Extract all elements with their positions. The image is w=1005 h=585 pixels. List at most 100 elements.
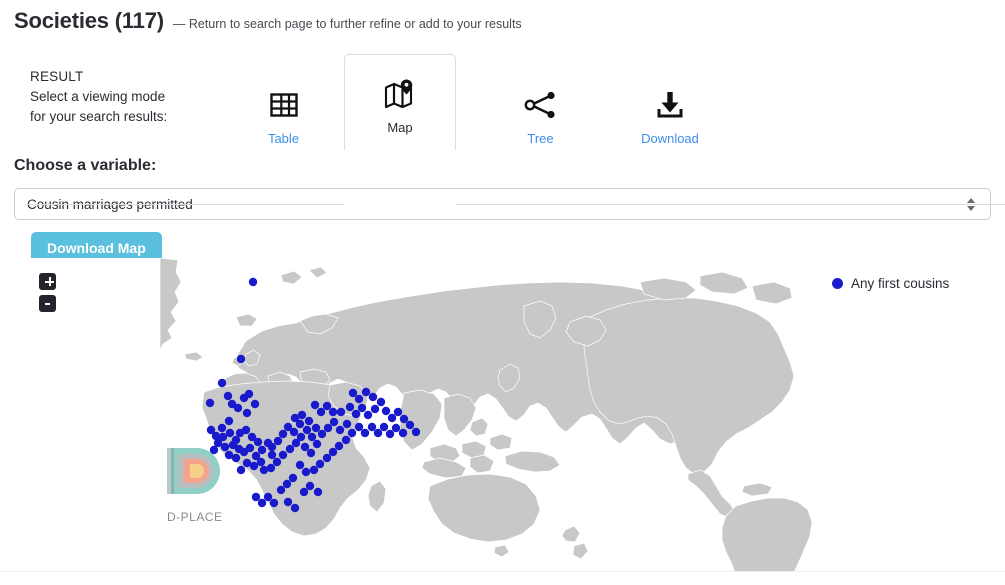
map-data-point[interactable] <box>311 423 321 433</box>
map-data-point[interactable] <box>316 407 326 417</box>
map-data-point[interactable] <box>257 445 267 455</box>
map-data-point[interactable] <box>236 354 246 364</box>
map-data-point[interactable] <box>276 485 286 495</box>
map-data-point[interactable] <box>223 391 233 401</box>
map-data-point[interactable] <box>300 442 310 452</box>
map-data-point[interactable] <box>209 445 219 455</box>
map-data-point[interactable] <box>381 406 391 416</box>
map-data-point[interactable] <box>398 428 408 438</box>
map-data-point[interactable] <box>328 407 338 417</box>
map-data-point[interactable] <box>248 277 258 287</box>
map-data-point[interactable] <box>309 465 319 475</box>
map-data-point[interactable] <box>405 420 415 430</box>
map-data-point[interactable] <box>301 467 311 477</box>
zoom-out-button[interactable] <box>39 295 56 312</box>
map-data-point[interactable] <box>267 442 277 452</box>
map-data-point[interactable] <box>278 450 288 460</box>
map-data-point[interactable] <box>312 439 322 449</box>
map-data-point[interactable] <box>257 498 267 508</box>
map-data-point[interactable] <box>360 428 370 438</box>
map-data-point[interactable] <box>323 423 333 433</box>
map-data-point[interactable] <box>273 436 283 446</box>
map-data-point[interactable] <box>328 447 338 457</box>
tab-map[interactable]: Map <box>344 54 456 150</box>
map-data-point[interactable] <box>313 487 323 497</box>
map-data-point[interactable] <box>342 419 352 429</box>
map-data-point[interactable] <box>242 408 252 418</box>
map-data-point[interactable] <box>299 487 309 497</box>
world-map[interactable]: D-PLACE <box>0 258 1005 572</box>
tab-download[interactable]: Download <box>625 65 715 150</box>
map-data-point[interactable] <box>241 425 251 435</box>
map-data-point[interactable] <box>315 459 325 469</box>
map-data-point[interactable] <box>272 457 282 467</box>
map-data-point[interactable] <box>345 402 355 412</box>
map-data-point[interactable] <box>385 429 395 439</box>
map-data-point[interactable] <box>329 417 339 427</box>
map-data-point[interactable] <box>305 481 315 491</box>
map-data-point[interactable] <box>335 425 345 435</box>
map-data-point[interactable] <box>290 503 300 513</box>
zoom-in-button[interactable] <box>39 273 56 290</box>
map-data-point[interactable] <box>363 410 373 420</box>
map-data-point[interactable] <box>231 453 241 463</box>
map-data-point[interactable] <box>373 428 383 438</box>
map-data-point[interactable] <box>295 460 305 470</box>
map-data-point[interactable] <box>387 413 397 423</box>
map-data-point[interactable] <box>224 416 234 426</box>
map-data-point[interactable] <box>263 492 273 502</box>
map-data-point[interactable] <box>391 423 401 433</box>
map-data-point[interactable] <box>296 432 306 442</box>
map-data-point[interactable] <box>302 425 312 435</box>
map-data-point[interactable] <box>283 497 293 507</box>
map-data-point[interactable] <box>267 450 277 460</box>
map-data-point[interactable] <box>245 443 255 453</box>
map-data-point[interactable] <box>253 437 263 447</box>
map-data-point[interactable] <box>411 427 421 437</box>
map-data-point[interactable] <box>205 398 215 408</box>
map-data-point[interactable] <box>322 453 332 463</box>
map-data-point[interactable] <box>376 397 386 407</box>
map-data-point[interactable] <box>354 422 364 432</box>
tab-table[interactable]: Table <box>255 65 312 150</box>
map-data-point[interactable] <box>354 394 364 404</box>
map-data-point[interactable] <box>225 428 235 438</box>
tab-tree[interactable]: Tree <box>512 65 569 150</box>
map-data-point[interactable] <box>288 473 298 483</box>
map-data-point[interactable] <box>282 479 292 489</box>
map-data-point[interactable] <box>217 378 227 388</box>
map-data-point[interactable] <box>361 387 371 397</box>
map-data-point[interactable] <box>368 392 378 402</box>
page-subtitle-link[interactable]: — Return to search page to further refin… <box>173 17 522 31</box>
map-data-point[interactable] <box>310 400 320 410</box>
map-data-point[interactable] <box>393 407 403 417</box>
map-data-point[interactable] <box>399 414 409 424</box>
map-data-point[interactable] <box>251 492 261 502</box>
map-data-point[interactable] <box>266 463 276 473</box>
map-data-point[interactable] <box>236 465 246 475</box>
map-data-point[interactable] <box>297 410 307 420</box>
map-data-point[interactable] <box>334 441 344 451</box>
map-data-point[interactable] <box>304 416 314 426</box>
map-data-point[interactable] <box>285 444 295 454</box>
map-data-point[interactable] <box>306 448 316 458</box>
map-data-point[interactable] <box>317 429 327 439</box>
map-data-point[interactable] <box>278 429 288 439</box>
map-data-point[interactable] <box>242 458 252 468</box>
map-data-point[interactable] <box>341 435 351 445</box>
map-data-point[interactable] <box>244 389 254 399</box>
map-data-point[interactable] <box>351 409 361 419</box>
map-data-point[interactable] <box>357 403 367 413</box>
map-data-point[interactable] <box>307 432 317 442</box>
map-data-point[interactable] <box>283 422 293 432</box>
map-data-point[interactable] <box>336 407 346 417</box>
map-data-point[interactable] <box>250 399 260 409</box>
map-data-point[interactable] <box>269 498 279 508</box>
map-data-point[interactable] <box>367 422 377 432</box>
map-data-point[interactable] <box>348 388 358 398</box>
map-data-point[interactable] <box>379 422 389 432</box>
map-data-point[interactable] <box>233 403 243 413</box>
map-data-point[interactable] <box>370 404 380 414</box>
map-data-point[interactable] <box>347 428 357 438</box>
map-data-point[interactable] <box>217 423 227 433</box>
